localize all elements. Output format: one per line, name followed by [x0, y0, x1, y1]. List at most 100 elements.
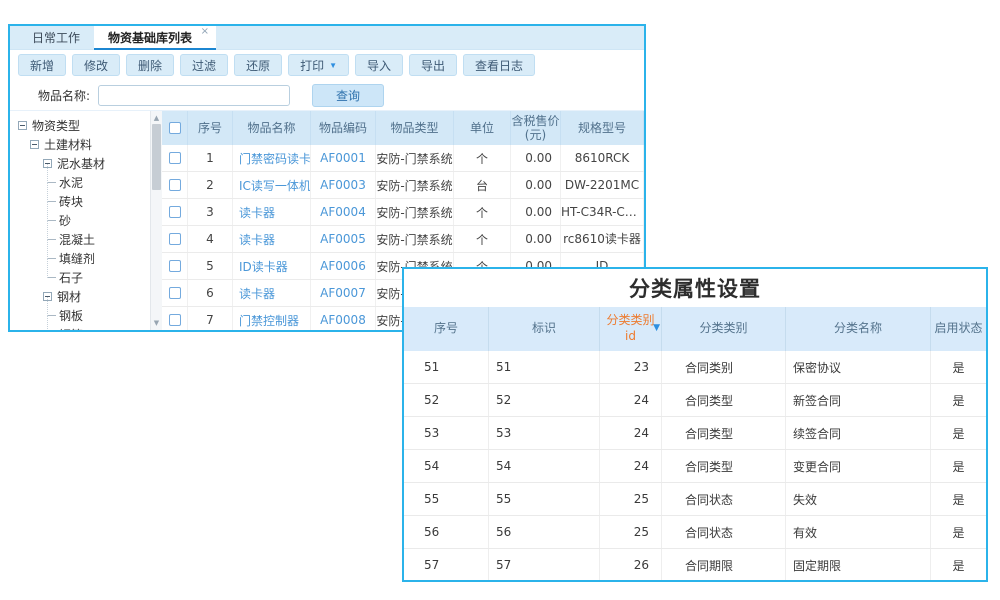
table-row[interactable]: 4 读卡器 AF0005 安防-门禁系统 个 0.00 rc8610读卡器 — [162, 226, 644, 253]
collapse-icon[interactable] — [18, 121, 27, 130]
table-row[interactable]: 55 55 25 合同状态 失效 是 — [404, 483, 986, 516]
header-spec: 规格型号 — [561, 111, 644, 145]
item-code-link[interactable]: AF0007 — [320, 286, 366, 300]
item-code-link[interactable]: AF0006 — [320, 259, 366, 273]
item-name-link[interactable]: 门禁密码读卡器 — [239, 150, 310, 167]
tree-node-steel-plate[interactable]: 钢板 — [10, 306, 162, 325]
tree-connector — [48, 239, 56, 240]
view-log-button[interactable]: 查看日志 — [463, 54, 535, 76]
header-status[interactable]: 启用状态 — [931, 307, 986, 351]
scroll-up-icon[interactable]: ▲ — [151, 114, 162, 122]
table-row[interactable]: 53 53 24 合同类型 续签合同 是 — [404, 417, 986, 450]
tree-connector — [48, 277, 56, 278]
select-all-checkbox[interactable] — [169, 122, 181, 134]
row-checkbox[interactable] — [169, 206, 181, 218]
tree-node-label: 砖块 — [59, 193, 83, 210]
table-row[interactable]: 3 读卡器 AF0004 安防-门禁系统 个 0.00 HT-C34R-CG1.… — [162, 199, 644, 226]
scroll-down-icon[interactable]: ▼ — [151, 319, 162, 327]
item-code-link[interactable]: AF0003 — [320, 178, 366, 192]
tree-connector — [48, 220, 56, 221]
item-name-link[interactable]: IC读写一体机 — [239, 177, 310, 194]
tree-node-sand[interactable]: 砂 — [10, 211, 162, 230]
table-row[interactable]: 2 IC读写一体机 AF0003 安防-门禁系统 台 0.00 DW-2201M… — [162, 172, 644, 199]
close-tab-icon[interactable]: × — [201, 27, 209, 37]
table-row[interactable]: 54 54 24 合同类型 变更合同 是 — [404, 450, 986, 483]
restore-button[interactable]: 还原 — [234, 54, 282, 76]
tree-node-concrete[interactable]: 混凝土 — [10, 230, 162, 249]
tree-node-masonry-base[interactable]: 泥水基材 — [10, 154, 162, 173]
cell-code: AF0008 — [311, 307, 376, 330]
item-name-link[interactable]: 读卡器 — [239, 285, 275, 302]
table-row[interactable]: 1 门禁密码读卡器 AF0001 安防-门禁系统 个 0.00 8610RCK — [162, 145, 644, 172]
cell-spec: HT-C34R-CG1... — [561, 199, 644, 225]
cell-category: 合同类型 — [662, 450, 786, 482]
row-checkbox[interactable] — [169, 260, 181, 272]
item-code-link[interactable]: AF0001 — [320, 151, 366, 165]
edit-button[interactable]: 修改 — [72, 54, 120, 76]
item-name-link[interactable]: 读卡器 — [239, 231, 275, 248]
query-button[interactable]: 查询 — [312, 84, 384, 107]
row-checkbox[interactable] — [169, 233, 181, 245]
cell-category: 合同状态 — [662, 516, 786, 548]
header-category-name[interactable]: 分类名称 — [786, 307, 931, 351]
table-row[interactable]: 56 56 25 合同状态 有效 是 — [404, 516, 986, 549]
item-name-link[interactable]: 门禁控制器 — [239, 312, 299, 329]
cell-status: 是 — [931, 384, 986, 416]
cell-category-name: 保密协议 — [786, 351, 931, 383]
row-checkbox[interactable] — [169, 179, 181, 191]
filter-button[interactable]: 过滤 — [180, 54, 228, 76]
tree-node-gravel[interactable]: 石子 — [10, 268, 162, 287]
header-category-id[interactable]: 分类类别 id ▼ — [600, 307, 662, 351]
tree-node-label: 水泥 — [59, 174, 83, 191]
cell-no: 3 — [188, 199, 233, 225]
cell-category-name: 失效 — [786, 483, 931, 515]
header-mark[interactable]: 标识 — [489, 307, 600, 351]
header-category[interactable]: 分类类别 — [662, 307, 786, 351]
cell-name: 读卡器 — [233, 199, 311, 225]
tab-daily-work[interactable]: 日常工作 — [18, 26, 94, 49]
item-code-link[interactable]: AF0005 — [320, 232, 366, 246]
item-code-link[interactable]: AF0004 — [320, 205, 366, 219]
tree-node-civil-materials[interactable]: 土建材料 — [10, 135, 162, 154]
tree-node-grout[interactable]: 填缝剂 — [10, 249, 162, 268]
scrollbar-thumb[interactable] — [152, 124, 161, 190]
tree-scrollbar[interactable]: ▲ ▼ — [150, 111, 162, 330]
row-checkbox[interactable] — [169, 314, 181, 326]
item-name-input[interactable] — [98, 85, 290, 106]
print-dropdown-button[interactable]: 打印 ▼ — [288, 54, 349, 76]
tree-node-brick[interactable]: 砖块 — [10, 192, 162, 211]
tree-node-cement[interactable]: 水泥 — [10, 173, 162, 192]
cell-spec: DW-2201MC — [561, 172, 644, 198]
sort-desc-icon[interactable]: ▼ — [653, 323, 660, 335]
cell-status: 是 — [931, 516, 986, 548]
row-checkbox[interactable] — [169, 287, 181, 299]
delete-button[interactable]: 删除 — [126, 54, 174, 76]
cell-code: AF0005 — [311, 226, 376, 252]
tree-node-steel[interactable]: 钢材 — [10, 287, 162, 306]
tab-material-library[interactable]: 物资基础库列表 × — [94, 26, 216, 49]
tree-connector — [48, 315, 56, 316]
header-unit: 单位 — [454, 111, 511, 145]
item-name-link[interactable]: ID读卡器 — [239, 258, 288, 275]
tree-node-material-type[interactable]: 物资类型 — [10, 116, 162, 135]
add-button[interactable]: 新增 — [18, 54, 66, 76]
cell-mark: 53 — [489, 417, 600, 449]
cell-no: 4 — [188, 226, 233, 252]
export-button[interactable]: 导出 — [409, 54, 457, 76]
import-button[interactable]: 导入 — [355, 54, 403, 76]
tree-node-label: 钢板 — [59, 307, 83, 324]
item-name-link[interactable]: 读卡器 — [239, 204, 275, 221]
search-bar: 物品名称: 查询 — [10, 80, 644, 111]
row-checkbox[interactable] — [169, 152, 181, 164]
checkbox-cell — [162, 172, 188, 198]
table-row[interactable]: 57 57 26 合同期限 固定期限 是 — [404, 549, 986, 582]
collapse-icon[interactable] — [30, 140, 39, 149]
header-no[interactable]: 序号 — [404, 307, 489, 351]
category-attribute-window: 分类属性设置 序号 标识 分类类别 id ▼ 分类类别 分类名称 启用状态 51… — [402, 267, 988, 582]
tree-node-steel-pipe[interactable]: 钢管 — [10, 325, 162, 330]
item-code-link[interactable]: AF0008 — [320, 313, 366, 327]
header-no: 序号 — [188, 111, 233, 145]
header-price: 含税售价 (元) — [511, 111, 561, 145]
table-row[interactable]: 51 51 23 合同类别 保密协议 是 — [404, 351, 986, 384]
table-row[interactable]: 52 52 24 合同类型 新签合同 是 — [404, 384, 986, 417]
